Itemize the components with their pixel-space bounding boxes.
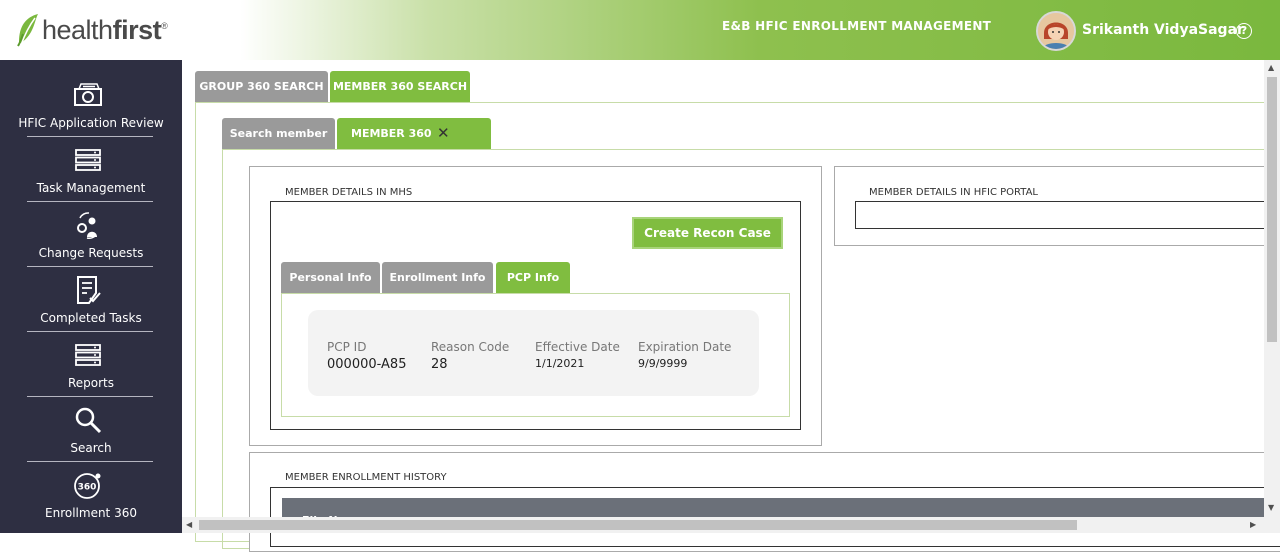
sidebar-divider <box>27 201 153 202</box>
tab-group-360-search[interactable]: GROUP 360 SEARCH <box>195 71 328 102</box>
field-value: 000000-A85 <box>327 357 407 372</box>
search-icon <box>75 407 102 434</box>
change-requests-icon <box>77 212 97 239</box>
horizontal-scrollbar[interactable]: ◀ ▶ <box>182 517 1280 533</box>
enrollment-360-icon: 360 <box>74 473 101 499</box>
sidebar-divider <box>27 396 153 397</box>
user-avatar[interactable] <box>1036 11 1076 51</box>
reason-code-field: Reason Code 28 <box>431 340 509 372</box>
tab-enrollment-info[interactable]: Enrollment Info <box>382 262 493 294</box>
scrollbar-thumb[interactable] <box>199 520 1077 530</box>
expiration-date-field: Expiration Date 9/9/9999 <box>638 340 731 370</box>
sidebar-item-label: Enrollment 360 <box>45 506 137 520</box>
scroll-right-icon[interactable]: ▶ <box>1250 520 1256 529</box>
section-title: MEMBER ENROLLMENT HISTORY <box>285 472 447 483</box>
sidebar-item-label: Completed Tasks <box>40 311 142 325</box>
main-content: GROUP 360 SEARCH MEMBER 360 SEARCH Searc… <box>182 60 1280 552</box>
field-label: Expiration Date <box>638 340 732 354</box>
server-list-icon <box>75 344 101 366</box>
tab-member-360-search[interactable]: MEMBER 360 SEARCH <box>330 71 470 102</box>
completed-tasks-icon <box>77 276 101 304</box>
field-label: Effective Date <box>535 340 620 354</box>
tab-personal-info[interactable]: Personal Info <box>281 262 380 294</box>
tab-member-360[interactable]: MEMBER 360 ✕ <box>337 118 491 149</box>
vertical-scrollbar[interactable]: ▲ ▼ <box>1264 60 1280 517</box>
healthfirst-logo[interactable]: healthfirst® <box>16 12 168 48</box>
tab-search-member[interactable]: Search member <box>222 118 335 149</box>
app-header: healthfirst® E&B HFIC ENROLLMENT MANAGEM… <box>0 0 1280 60</box>
field-label: Reason Code <box>431 340 510 354</box>
application-review-icon <box>74 83 102 106</box>
svg-text:360: 360 <box>78 483 97 493</box>
pcp-id-field: PCP ID 000000-A85 <box>327 340 406 372</box>
sidebar-item-label: Change Requests <box>38 246 144 260</box>
create-recon-case-button[interactable]: Create Recon Case <box>632 217 783 249</box>
server-list-icon <box>75 149 101 171</box>
sidebar-item-label: Task Management <box>36 181 146 195</box>
sidebar-nav: HFIC Application Review Task Management … <box>0 60 182 533</box>
sidebar-item-search[interactable]: Search <box>0 399 182 464</box>
leaf-logo-icon <box>17 14 38 47</box>
sidebar-item-label: Reports <box>67 376 115 390</box>
pcp-details-card: PCP ID 000000-A85 Reason Code 28 Effecti… <box>308 310 759 396</box>
scroll-up-icon[interactable]: ▲ <box>1268 63 1274 72</box>
sidebar-item-change-requests[interactable]: Change Requests <box>0 204 182 269</box>
field-value: 9/9/9999 <box>638 357 688 370</box>
effective-date-field: Effective Date 1/1/2021 <box>535 340 620 370</box>
sidebar-divider <box>27 461 153 462</box>
field-value: 28 <box>431 357 448 372</box>
avatar-image-icon <box>1038 13 1074 49</box>
tab-pcp-info[interactable]: PCP Info <box>496 262 570 294</box>
sidebar-divider <box>27 331 153 332</box>
section-title: MEMBER DETAILS IN HFIC PORTAL <box>869 187 1038 198</box>
logo-wordmark: healthfirst® <box>42 14 168 45</box>
sidebar-item-completed-tasks[interactable]: Completed Tasks <box>0 269 182 334</box>
sidebar-item-label: Search <box>70 441 112 455</box>
sidebar-divider <box>27 136 153 137</box>
scroll-left-icon[interactable]: ◀ <box>186 520 192 529</box>
sidebar-divider <box>27 266 153 267</box>
section-title: MEMBER DETAILS IN MHS <box>285 187 413 198</box>
sidebar-item-task-management[interactable]: Task Management <box>0 139 182 204</box>
help-icon[interactable]: ? <box>1236 23 1252 39</box>
user-name[interactable]: Srikanth VidyaSagar <box>1082 22 1244 38</box>
scroll-down-icon[interactable]: ▼ <box>1268 503 1274 512</box>
sidebar-item-label: HFIC Application Review <box>18 116 164 130</box>
sidebar-item-reports[interactable]: Reports <box>0 334 182 399</box>
scrollbar-thumb[interactable] <box>1267 77 1277 342</box>
tab-label: MEMBER 360 <box>351 127 432 140</box>
sidebar-item-hfic-application-review[interactable]: HFIC Application Review <box>0 74 182 139</box>
field-label: PCP ID <box>327 340 367 354</box>
field-value: 1/1/2021 <box>535 357 585 370</box>
close-icon[interactable]: ✕ <box>437 118 451 149</box>
app-title: E&B HFIC ENROLLMENT MANAGEMENT <box>722 19 992 33</box>
portal-details-box <box>855 201 1280 229</box>
sidebar-item-enrollment-360[interactable]: 360 Enrollment 360 <box>0 464 182 529</box>
